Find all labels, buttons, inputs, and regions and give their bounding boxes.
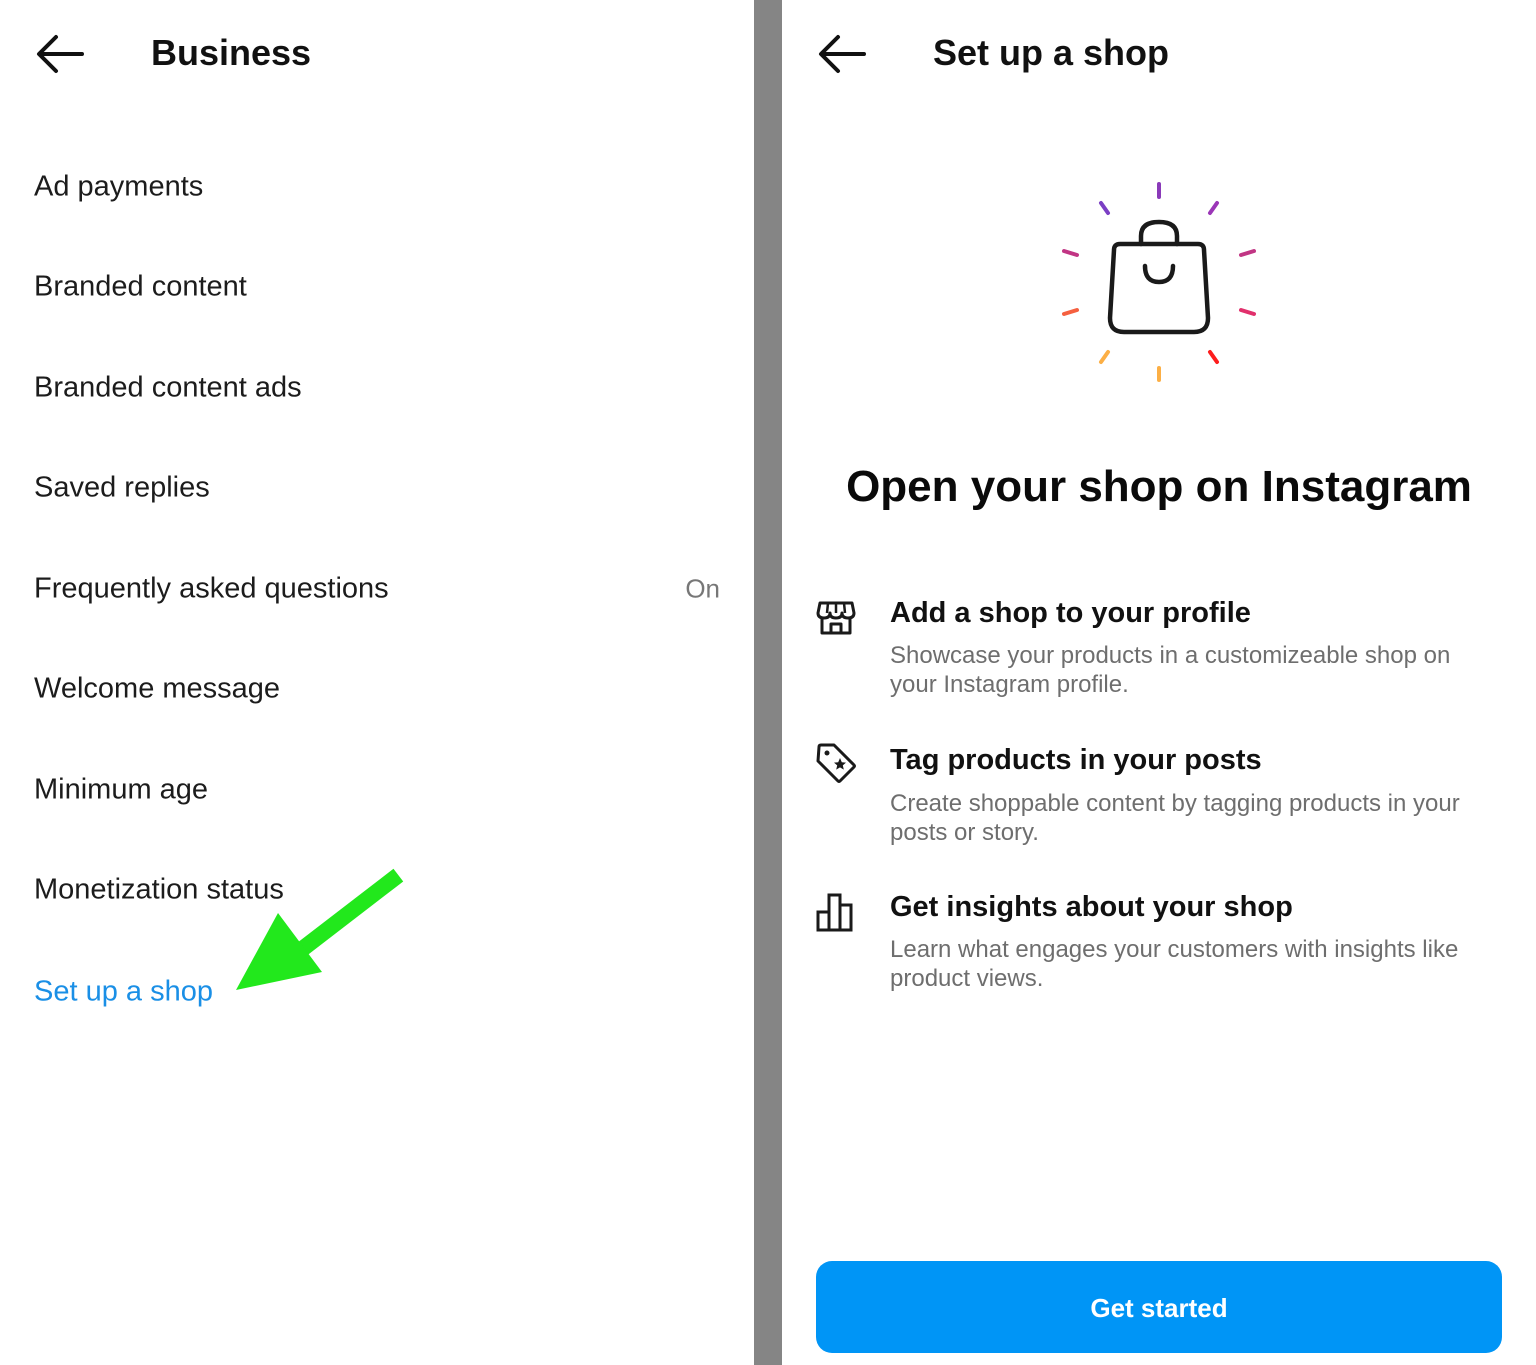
business-settings-screen: Business Ad payments Branded content Bra…	[0, 0, 754, 1365]
hero-title: Open your shop on Instagram	[846, 462, 1472, 511]
menu-item-branded-content[interactable]: Branded content	[0, 237, 754, 337]
annotation-arrow-icon	[236, 868, 404, 990]
feature-title: Get insights about your shop	[890, 891, 1293, 923]
menu-item-status-value: On	[685, 573, 720, 604]
back-button[interactable]	[814, 26, 870, 82]
feature-description: Create shoppable content by tagging prod…	[890, 790, 1460, 846]
menu-item-label: Welcome message	[34, 672, 281, 705]
tag-star-icon	[816, 743, 856, 783]
set-up-shop-screen: Set up a shop Open your shop on Instagra…	[782, 0, 1536, 1365]
bar-chart-icon	[816, 893, 853, 932]
screenshot-composite: Business Ad payments Branded content Bra…	[0, 0, 1536, 1365]
feature-add-shop: Add a shop to your profile Showcase your…	[782, 593, 1536, 703]
get-started-button[interactable]: Get started	[816, 1261, 1502, 1353]
screen-divider	[754, 0, 782, 1365]
feature-tag-products: Tag products in your posts Create shoppa…	[782, 741, 1536, 851]
feature-description: Showcase your products in a customizeabl…	[890, 642, 1451, 698]
menu-item-faq[interactable]: Frequently asked questions On	[0, 539, 754, 639]
back-button[interactable]	[32, 26, 88, 82]
menu-item-saved-replies[interactable]: Saved replies	[0, 438, 754, 538]
storefront-icon	[816, 601, 856, 635]
menu-item-ad-payments[interactable]: Ad payments	[0, 137, 754, 237]
menu-item-welcome-message[interactable]: Welcome message	[0, 639, 754, 739]
feature-title: Add a shop to your profile	[890, 597, 1251, 629]
feature-title: Tag products in your posts	[890, 744, 1262, 776]
menu-item-branded-content-ads[interactable]: Branded content ads	[0, 338, 754, 438]
set-up-shop-link-label: Set up a shop	[34, 975, 213, 1008]
menu-item-label: Ad payments	[34, 170, 204, 203]
arrow-left-icon	[819, 35, 866, 73]
shopping-bag-sparkle-icon	[1062, 182, 1256, 382]
feature-description: Learn what engages your customers with i…	[890, 936, 1459, 992]
menu-item-minimum-age[interactable]: Minimum age	[0, 740, 754, 840]
menu-item-label: Frequently asked questions	[34, 572, 389, 605]
page-title: Set up a shop	[933, 32, 1170, 73]
page-title: Business	[151, 32, 312, 73]
arrow-left-icon	[37, 35, 84, 73]
menu-item-label: Saved replies	[34, 471, 210, 504]
feature-insights: Get insights about your shop Learn what …	[782, 888, 1536, 998]
menu-item-label: Minimum age	[34, 773, 209, 806]
menu-item-label: Branded content	[34, 270, 247, 303]
menu-item-label: Branded content ads	[34, 371, 302, 404]
